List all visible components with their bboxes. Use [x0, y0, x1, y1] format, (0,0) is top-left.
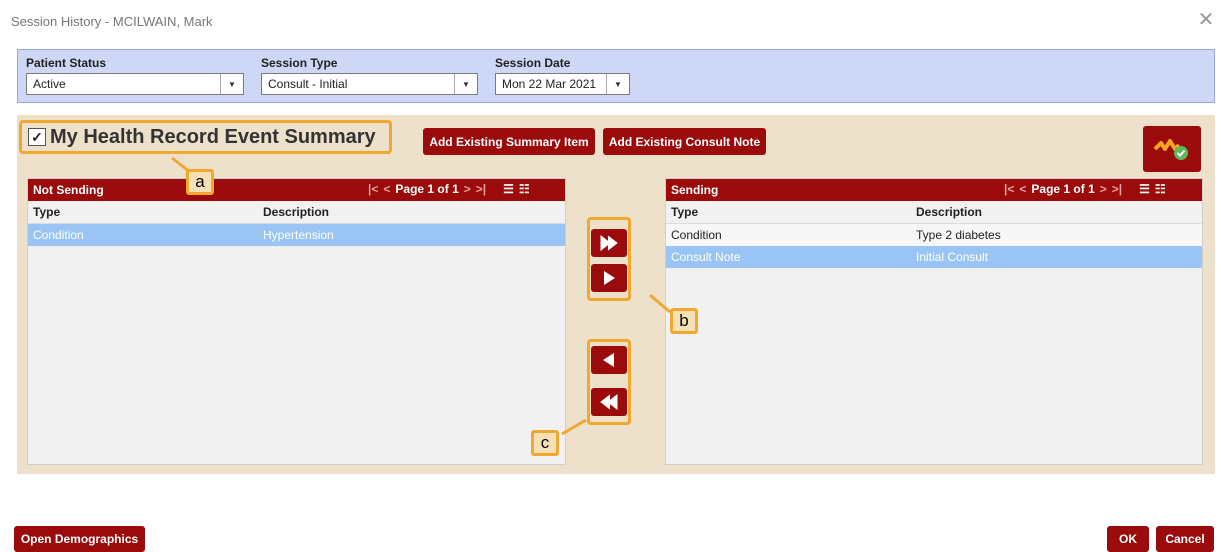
callout-leaders — [171, 156, 671, 436]
callout-c: c — [531, 430, 559, 456]
ok-button[interactable]: OK — [1107, 526, 1149, 552]
callout-b: b — [670, 308, 698, 334]
open-demographics-button[interactable]: Open Demographics — [14, 526, 145, 552]
callout-a: a — [186, 169, 214, 195]
cancel-button[interactable]: Cancel — [1156, 526, 1214, 552]
